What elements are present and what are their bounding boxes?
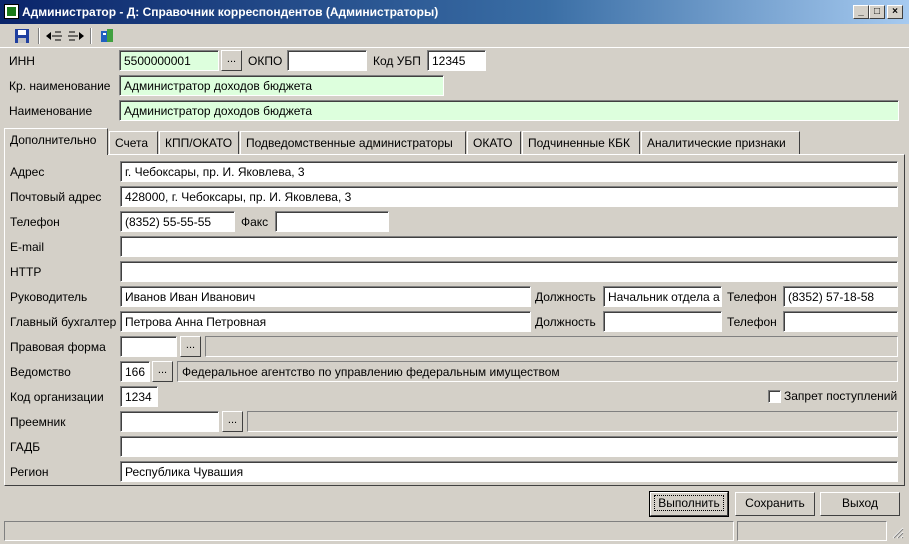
http-field[interactable] [120,261,898,282]
org-code-field[interactable]: 1234 [120,386,158,407]
status-panel-secondary [737,521,887,541]
tab-additional[interactable]: Дополнительно [4,128,108,155]
name-label: Наименование [9,104,93,118]
tab-analytics[interactable]: Аналитические признаки [641,131,800,154]
postal-label: Почтовый адрес [10,190,102,204]
agency-browse-button[interactable]: ... [152,361,173,382]
fax-label: Факс [241,215,269,229]
toolbar-separator [38,28,40,44]
ubp-label: Код УБП [373,54,421,68]
save-button[interactable]: Сохранить [735,492,815,516]
collapse-icon[interactable] [44,27,64,45]
expand-icon[interactable] [66,27,86,45]
head-field[interactable]: Иванов Иван Иванович [120,286,531,307]
phone-label: Телефон [10,215,60,229]
minimize-button[interactable]: _ [853,5,869,19]
okpo-label: ОКПО [248,54,283,68]
status-panel-main [4,521,734,541]
accountant-phone-label: Телефон [727,315,777,329]
address-label: Адрес [10,165,45,179]
head-phone-label: Телефон [727,290,777,304]
phone-field[interactable]: (8352) 55-55-55 [120,211,235,232]
report-icon[interactable] [97,27,117,45]
name-field[interactable]: Администратор доходов бюджета [119,100,899,121]
agency-label: Ведомство [10,365,71,379]
head-position-label: Должность [535,290,596,304]
successor-description [247,411,898,432]
execute-button-label: Выполнить [654,495,724,511]
head-label: Руководитель [10,290,88,304]
ban-checkbox[interactable] [768,390,781,403]
tab-accounts[interactable]: Счета [109,131,158,154]
email-field[interactable] [120,236,898,257]
accountant-field[interactable]: Петрова Анна Петровная [120,311,531,332]
inn-browse-button[interactable]: ... [221,50,242,71]
accountant-position-label: Должность [535,315,596,329]
save-icon[interactable] [12,27,32,45]
short-name-label: Кр. наименование [9,79,111,93]
execute-button[interactable]: Выполнить [649,491,729,517]
email-label: E-mail [10,240,45,254]
accountant-label: Главный бухгалтер [10,315,117,329]
window-title: Администратор - Д: Справочник корреспонд… [22,5,439,19]
tab-kbk[interactable]: Подчиненные КБК [522,131,640,154]
http-label: HTTP [10,265,42,279]
gadb-field[interactable] [120,436,898,457]
legal-form-browse-button[interactable]: ... [180,336,201,357]
title-bar: Администратор - Д: Справочник корреспонд… [0,0,909,24]
legal-form-field[interactable] [120,336,177,357]
org-code-label: Код организации [10,390,104,404]
successor-browse-button[interactable]: ... [222,411,243,432]
address-field[interactable]: г. Чебоксары, пр. И. Яковлева, 3 [120,161,898,182]
ban-label: Запрет поступлений [784,389,898,403]
app-icon [4,4,19,19]
exit-button[interactable]: Выход [820,492,900,516]
toolbar [0,24,909,48]
fax-field[interactable] [275,211,389,232]
agency-description: Федеральное агентство по управлению феде… [177,361,898,382]
close-button[interactable]: × [887,5,903,19]
inn-label: ИНН [9,54,35,68]
head-position-field[interactable]: Начальник отдела а [603,286,722,307]
short-name-field[interactable]: Администратор доходов бюджета [119,75,444,96]
successor-label: Преемник [10,415,66,429]
region-field[interactable]: Республика Чувашия [120,461,898,482]
maximize-button[interactable]: □ [869,5,885,19]
head-phone-field[interactable]: (8352) 57-18-58 [783,286,898,307]
accountant-position-field[interactable] [603,311,722,332]
okpo-field[interactable] [287,50,367,71]
postal-field[interactable]: 428000, г. Чебоксары, пр. И. Яковлева, 3 [120,186,898,207]
agency-code-field[interactable]: 166 [120,361,150,382]
successor-field[interactable] [120,411,219,432]
gadb-label: ГАДБ [10,440,41,454]
legal-form-label: Правовая форма [10,340,106,354]
toolbar-separator [90,28,92,44]
tab-okato[interactable]: ОКАТО [467,131,521,154]
region-label: Регион [10,465,49,479]
inn-field[interactable]: 5500000001 [119,50,219,71]
legal-form-description [205,336,898,357]
tab-kpp-okato[interactable]: КПП/ОКАТО [159,131,239,154]
resize-grip-icon[interactable] [892,527,904,539]
accountant-phone-field[interactable] [783,311,898,332]
ubp-field[interactable]: 12345 [427,50,486,71]
tab-subordinate-admins[interactable]: Подведомственные администраторы [240,131,466,154]
